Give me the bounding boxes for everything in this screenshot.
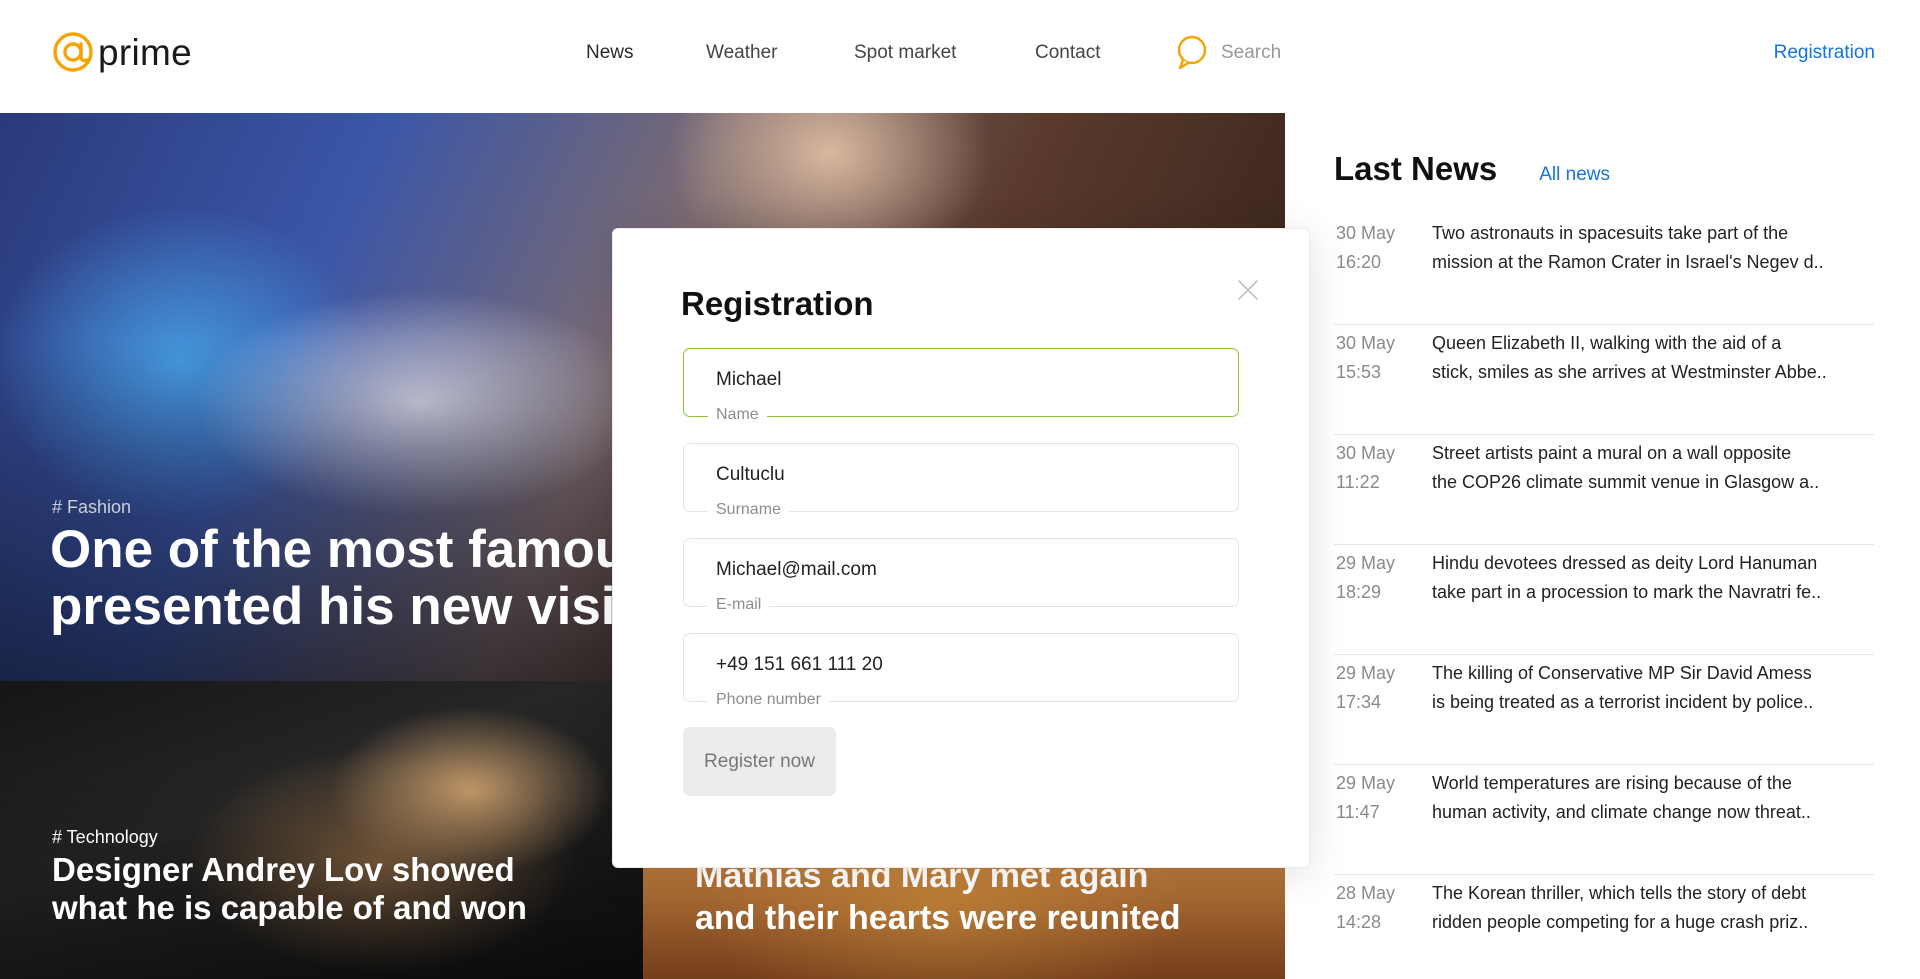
- news-datetime: 28 May 14:28: [1336, 879, 1426, 937]
- name-input[interactable]: [716, 369, 1196, 391]
- main-nav: News Weather Spot market Contact: [0, 42, 1920, 66]
- news-datetime: 29 May 18:29: [1336, 549, 1426, 607]
- news-headline-line: ridden people competing for a huge crash…: [1432, 912, 1809, 932]
- news-headline-line: Hindu devotees dressed as deity Lord Han…: [1432, 553, 1818, 573]
- email-label: E-mail: [708, 595, 770, 615]
- news-headline-line: Queen Elizabeth II, walking with the aid…: [1432, 333, 1782, 353]
- last-news-title: Last News: [1334, 150, 1498, 187]
- news-date: 29 May: [1336, 773, 1396, 793]
- news-date: 30 May: [1336, 443, 1396, 463]
- article-card[interactable]: # Technology Designer Andrey Lov showed …: [0, 681, 643, 979]
- news-date: 29 May: [1336, 553, 1396, 573]
- news-headline-line: The killing of Conservative MP Sir David…: [1432, 663, 1812, 683]
- news-item[interactable]: 28 May 14:28 The Korean thriller, which …: [1334, 875, 1874, 979]
- news-time: 15:53: [1336, 362, 1382, 382]
- news-time: 11:22: [1336, 472, 1380, 492]
- nav-news[interactable]: News: [586, 42, 634, 64]
- news-datetime: 29 May 17:34: [1336, 659, 1426, 717]
- nav-weather[interactable]: Weather: [706, 42, 777, 64]
- phone-input[interactable]: [716, 654, 1196, 676]
- news-headline-line: The Korean thriller, which tells the sto…: [1432, 883, 1807, 903]
- surname-label: Surname: [708, 500, 789, 520]
- news-headline[interactable]: The Korean thriller, which tells the sto…: [1432, 879, 1872, 937]
- news-time: 17:34: [1336, 692, 1382, 712]
- news-list: 30 May 16:20 Two astronauts in spacesuit…: [1334, 215, 1874, 979]
- card-title-line: and their hearts were reunited: [695, 899, 1181, 937]
- news-headline[interactable]: Street artists paint a mural on a wall o…: [1432, 439, 1872, 497]
- news-datetime: 30 May 15:53: [1336, 329, 1426, 387]
- last-news-panel: Last News All news 30 May 16:20 Two astr…: [1334, 150, 1874, 932]
- news-date: 28 May: [1336, 883, 1396, 903]
- last-news-header: Last News All news: [1334, 150, 1874, 194]
- card-title-line: Designer Andrey Lov showed: [52, 851, 515, 888]
- news-item[interactable]: 30 May 16:20 Two astronauts in spacesuit…: [1334, 215, 1874, 325]
- news-headline[interactable]: Hindu devotees dressed as deity Lord Han…: [1432, 549, 1872, 607]
- news-datetime: 30 May 16:20: [1336, 219, 1426, 277]
- register-now-button[interactable]: Register now: [683, 727, 836, 796]
- surname-input[interactable]: [716, 464, 1196, 486]
- news-headline-line: human activity, and climate change now t…: [1432, 802, 1811, 822]
- news-time: 16:20: [1336, 252, 1382, 272]
- nav-spot-market[interactable]: Spot market: [854, 42, 956, 64]
- news-headline-line: is being treated as a terrorist incident…: [1432, 692, 1814, 712]
- news-item[interactable]: 29 May 11:47 World temperatures are risi…: [1334, 765, 1874, 875]
- news-date: 30 May: [1336, 333, 1396, 353]
- news-time: 18:29: [1336, 582, 1382, 602]
- news-headline-line: take part in a procession to mark the Na…: [1432, 582, 1822, 602]
- nav-contact[interactable]: Contact: [1035, 42, 1100, 64]
- name-field[interactable]: Name: [683, 348, 1239, 425]
- phone-label: Phone number: [708, 690, 829, 710]
- news-date: 29 May: [1336, 663, 1396, 683]
- modal-title: Registration: [681, 285, 874, 322]
- news-headline[interactable]: The killing of Conservative MP Sir David…: [1432, 659, 1872, 717]
- news-headline-line: Street artists paint a mural on a wall o…: [1432, 443, 1792, 463]
- all-news-link[interactable]: All news: [1539, 164, 1610, 186]
- search-label: Search: [1221, 42, 1282, 63]
- news-headline-line: mission at the Ramon Crater in Israel's …: [1432, 252, 1824, 272]
- phone-field[interactable]: Phone number: [683, 633, 1239, 710]
- news-headline[interactable]: Queen Elizabeth II, walking with the aid…: [1432, 329, 1872, 387]
- surname-field[interactable]: Surname: [683, 443, 1239, 520]
- card-title[interactable]: Designer Andrey Lov showed what he is ca…: [52, 851, 612, 927]
- news-headline[interactable]: World temperatures are rising because of…: [1432, 769, 1872, 827]
- search-icon: [1177, 35, 1207, 70]
- news-headline-line: the COP26 climate summit venue in Glasgo…: [1432, 472, 1820, 492]
- news-item[interactable]: 29 May 17:34 The killing of Conservative…: [1334, 655, 1874, 765]
- news-headline[interactable]: Two astronauts in spacesuits take part o…: [1432, 219, 1872, 277]
- registration-modal: Registration Name Surname E-mail Phone n…: [612, 228, 1310, 868]
- card-title-line: what he is capable of and won: [52, 889, 527, 926]
- news-date: 30 May: [1336, 223, 1396, 243]
- news-headline-line: stick, smiles as she arrives at Westmins…: [1432, 362, 1827, 382]
- header: prime News Weather Spot market Contact S…: [0, 0, 1920, 113]
- news-headline-line: Two astronauts in spacesuits take part o…: [1432, 223, 1789, 243]
- news-headline-line: World temperatures are rising because of…: [1432, 773, 1792, 793]
- email-input[interactable]: [716, 559, 1196, 581]
- email-field[interactable]: E-mail: [683, 538, 1239, 615]
- news-datetime: 29 May 11:47: [1336, 769, 1426, 827]
- hero-tag[interactable]: # Fashion: [52, 497, 131, 518]
- news-item[interactable]: 30 May 11:22 Street artists paint a mura…: [1334, 435, 1874, 545]
- news-item[interactable]: 29 May 18:29 Hindu devotees dressed as d…: [1334, 545, 1874, 655]
- registration-link[interactable]: Registration: [1774, 42, 1875, 64]
- card-tag[interactable]: # Technology: [52, 827, 158, 848]
- news-time: 11:47: [1336, 802, 1380, 822]
- close-icon[interactable]: [1237, 279, 1259, 301]
- name-label: Name: [708, 405, 767, 425]
- news-item[interactable]: 30 May 15:53 Queen Elizabeth II, walking…: [1334, 325, 1874, 435]
- search[interactable]: Search: [1176, 34, 1281, 72]
- news-time: 14:28: [1336, 912, 1382, 932]
- news-datetime: 30 May 11:22: [1336, 439, 1426, 497]
